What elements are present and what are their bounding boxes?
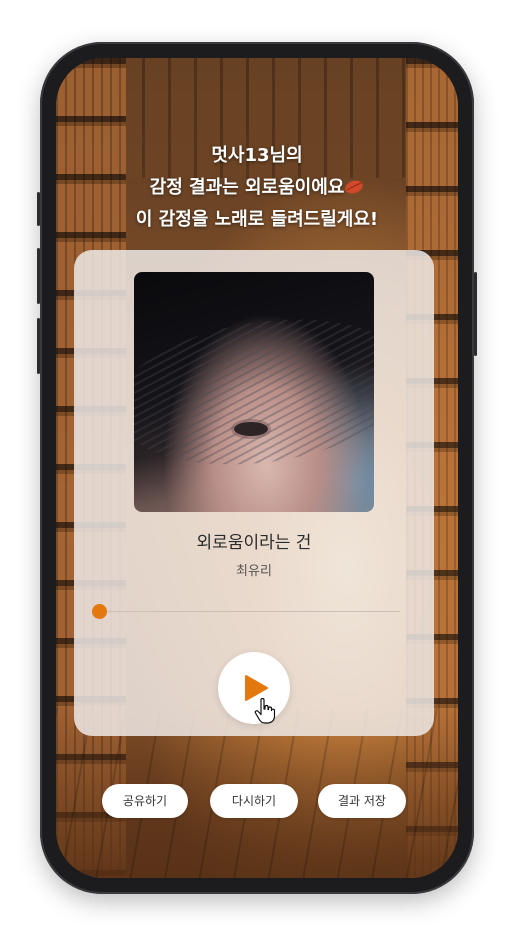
leaf-icon: [345, 180, 364, 194]
headline-line-2: 감정 결과는 외로움이에요: [56, 172, 458, 204]
album-cover: [134, 272, 374, 512]
headline-line-3: 이 감정을 노래로 들려드릴게요!: [135, 209, 379, 230]
app-screen: 멋사13님의 감정 결과는 외로움이에요 이 감정을 노래로 들려드릴게요! 외…: [56, 58, 458, 878]
save-result-button[interactable]: 결과 저장: [318, 784, 406, 818]
volume-up-button: [37, 248, 40, 304]
result-headline: 멋사13님의 감정 결과는 외로움이에요 이 감정을 노래로 들려드릴게요!: [56, 140, 458, 236]
song-title: 외로움이라는 건: [196, 533, 312, 553]
volume-down-button: [37, 318, 40, 374]
cover-art-eye: [234, 422, 268, 436]
power-button: [474, 272, 477, 356]
progress-track[interactable]: [100, 611, 400, 612]
hand-cursor-icon: [254, 698, 276, 724]
retry-button[interactable]: 다시하기: [210, 784, 298, 818]
action-buttons: 공유하기 다시하기 결과 저장: [102, 784, 412, 818]
phone-frame: 멋사13님의 감정 결과는 외로움이에요 이 감정을 노래로 들려드릴게요! 외…: [37, 42, 477, 894]
song-artist: 최유리: [236, 564, 272, 579]
side-button: [37, 192, 40, 226]
cover-art-detail: [134, 301, 374, 483]
headline-line-1: 멋사13님의: [211, 145, 303, 166]
progress-thumb[interactable]: [92, 604, 107, 619]
music-player-card: 외로움이라는 건 최유리: [74, 250, 434, 736]
share-button[interactable]: 공유하기: [102, 784, 188, 818]
